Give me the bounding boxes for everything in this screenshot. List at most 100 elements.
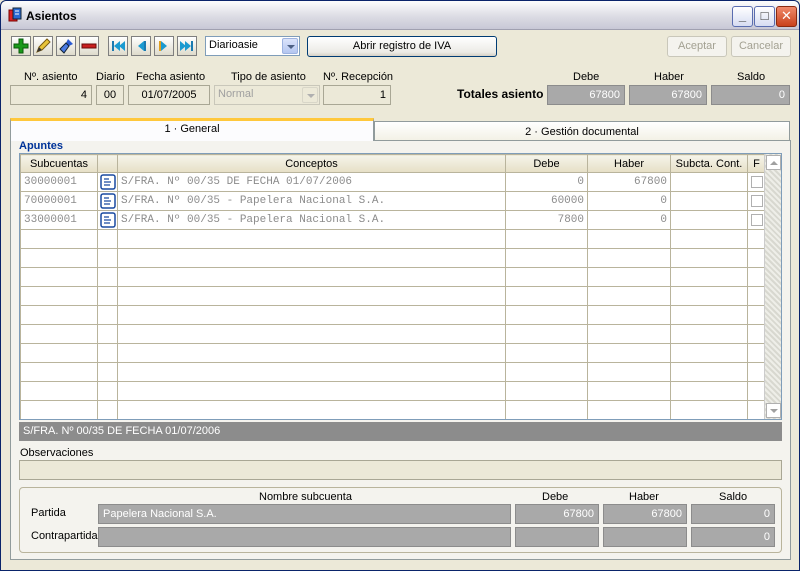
title-bar[interactable]: Asientos _ □ ✕ xyxy=(1,1,799,30)
empty-cell[interactable] xyxy=(670,305,748,325)
table-row[interactable]: 30000001 S/FRA. Nº 00/35 DE FECHA 01/07/2… xyxy=(20,172,766,192)
edit-button[interactable] xyxy=(33,36,53,56)
scroll-down-icon[interactable] xyxy=(766,403,781,418)
close-button[interactable]: ✕ xyxy=(776,6,797,27)
cell-concepto[interactable]: S/FRA. Nº 00/35 - Papelera Nacional S.A. xyxy=(117,191,506,211)
cell-haber[interactable]: 67800 xyxy=(587,172,671,192)
empty-cell[interactable] xyxy=(117,343,506,363)
empty-cell[interactable] xyxy=(747,267,766,287)
empty-cell[interactable] xyxy=(747,229,766,249)
empty-cell[interactable] xyxy=(587,305,671,325)
cell-haber[interactable]: 0 xyxy=(587,191,671,211)
col-subcta-cont[interactable]: Subcta. Cont. xyxy=(670,154,748,173)
tipo-asiento-select[interactable]: Normal xyxy=(214,85,320,105)
empty-cell[interactable] xyxy=(117,324,506,344)
empty-cell[interactable] xyxy=(587,362,671,382)
f-checkbox[interactable] xyxy=(750,195,763,208)
empty-cell[interactable] xyxy=(587,324,671,344)
empty-cell[interactable] xyxy=(747,381,766,401)
cell-debe[interactable]: 0 xyxy=(505,172,588,192)
aceptar-button[interactable]: Aceptar xyxy=(667,36,727,57)
empty-cell[interactable] xyxy=(587,267,671,287)
table-row[interactable] xyxy=(20,400,766,419)
cell-subcta-cont[interactable] xyxy=(670,191,748,211)
empty-cell[interactable] xyxy=(20,305,98,325)
f-checkbox[interactable] xyxy=(750,176,763,189)
last-record-button[interactable] xyxy=(177,36,197,56)
empty-cell[interactable] xyxy=(117,381,506,401)
empty-cell[interactable] xyxy=(505,286,588,306)
cell-concepto[interactable]: S/FRA. Nº 00/35 DE FECHA 01/07/2006 xyxy=(117,172,506,192)
empty-cell[interactable] xyxy=(20,324,98,344)
cell-subcuenta[interactable]: 30000001 xyxy=(20,172,98,192)
cell-haber[interactable]: 0 xyxy=(587,210,671,230)
grid-scrollbar[interactable] xyxy=(764,154,781,419)
empty-cell[interactable] xyxy=(505,343,588,363)
cell-icon[interactable] xyxy=(97,172,118,192)
empty-cell[interactable] xyxy=(747,400,766,419)
empty-cell[interactable] xyxy=(505,400,588,419)
empty-cell[interactable] xyxy=(670,400,748,419)
apuntes-grid[interactable]: Subcuentas Conceptos Debe Haber Subcta. … xyxy=(19,153,782,420)
empty-cell[interactable] xyxy=(587,229,671,249)
empty-cell[interactable] xyxy=(747,286,766,306)
cell-subcta-cont[interactable] xyxy=(670,210,748,230)
table-row[interactable]: 70000001 S/FRA. Nº 00/35 - Papelera Nacio… xyxy=(20,191,766,211)
cell-debe[interactable]: 60000 xyxy=(505,191,588,211)
empty-cell[interactable] xyxy=(97,305,118,325)
empty-cell[interactable] xyxy=(587,248,671,268)
table-row[interactable] xyxy=(20,305,766,325)
col-f[interactable]: F xyxy=(747,154,766,173)
empty-cell[interactable] xyxy=(670,324,748,344)
empty-cell[interactable] xyxy=(587,381,671,401)
empty-cell[interactable] xyxy=(20,381,98,401)
table-row[interactable] xyxy=(20,267,766,287)
col-debe[interactable]: Debe xyxy=(505,154,588,173)
cell-f[interactable] xyxy=(747,210,766,230)
cell-concepto[interactable]: S/FRA. Nº 00/35 - Papelera Nacional S.A. xyxy=(117,210,506,230)
observaciones-field[interactable] xyxy=(19,460,782,480)
empty-cell[interactable] xyxy=(20,229,98,249)
cell-subcta-cont[interactable] xyxy=(670,172,748,192)
diario-field[interactable]: 00 xyxy=(96,85,124,105)
cell-icon[interactable] xyxy=(97,210,118,230)
empty-cell[interactable] xyxy=(97,286,118,306)
empty-cell[interactable] xyxy=(505,248,588,268)
empty-cell[interactable] xyxy=(97,324,118,344)
add-button[interactable] xyxy=(11,36,31,56)
empty-cell[interactable] xyxy=(117,362,506,382)
empty-cell[interactable] xyxy=(97,362,118,382)
delete-button[interactable] xyxy=(79,36,99,56)
num-asiento-field[interactable]: 4 xyxy=(10,85,92,105)
empty-cell[interactable] xyxy=(670,286,748,306)
empty-cell[interactable] xyxy=(505,267,588,287)
empty-cell[interactable] xyxy=(117,267,506,287)
clean-button[interactable] xyxy=(56,36,76,56)
table-row[interactable] xyxy=(20,286,766,306)
table-row[interactable] xyxy=(20,324,766,344)
empty-cell[interactable] xyxy=(117,286,506,306)
table-row[interactable] xyxy=(20,343,766,363)
col-subcuentas[interactable]: Subcuentas xyxy=(20,154,98,173)
cell-subcuenta[interactable]: 70000001 xyxy=(20,191,98,211)
empty-cell[interactable] xyxy=(505,305,588,325)
empty-cell[interactable] xyxy=(670,381,748,401)
empty-cell[interactable] xyxy=(20,267,98,287)
empty-cell[interactable] xyxy=(97,267,118,287)
cancelar-button[interactable]: Cancelar xyxy=(731,36,791,57)
document-icon[interactable] xyxy=(99,174,116,190)
empty-cell[interactable] xyxy=(20,343,98,363)
empty-cell[interactable] xyxy=(587,286,671,306)
prev-record-button[interactable] xyxy=(131,36,151,56)
table-row[interactable] xyxy=(20,229,766,249)
empty-cell[interactable] xyxy=(747,324,766,344)
empty-cell[interactable] xyxy=(670,343,748,363)
minimize-button[interactable]: _ xyxy=(732,6,753,27)
empty-cell[interactable] xyxy=(117,305,506,325)
empty-cell[interactable] xyxy=(505,381,588,401)
empty-cell[interactable] xyxy=(505,229,588,249)
empty-cell[interactable] xyxy=(747,343,766,363)
empty-cell[interactable] xyxy=(97,248,118,268)
table-row[interactable] xyxy=(20,248,766,268)
cell-f[interactable] xyxy=(747,172,766,192)
